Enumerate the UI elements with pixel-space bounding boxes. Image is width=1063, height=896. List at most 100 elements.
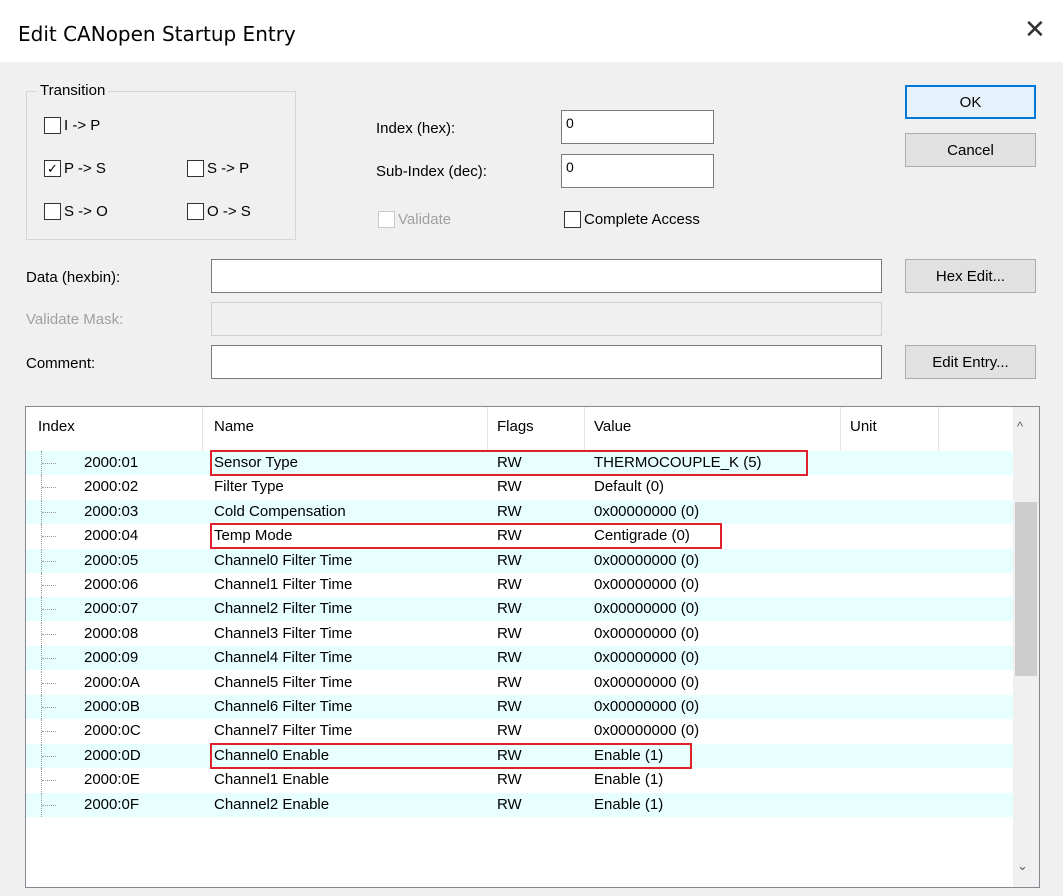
checkbox-box (44, 203, 61, 220)
cell-name: Channel5 Filter Time (214, 674, 353, 691)
tree-connector (42, 707, 56, 708)
cell-index: 2000:0B (84, 698, 140, 715)
cell-index: 2000:0E (84, 771, 140, 788)
table-row[interactable]: 2000:0D Channel0 Enable RW Enable (1) (26, 743, 1014, 769)
cell-name: Channel6 Filter Time (214, 698, 353, 715)
transition-group-label: Transition (37, 82, 109, 99)
cell-name: Channel2 Enable (214, 796, 330, 813)
table-row[interactable]: 2000:06 Channel1 Filter Time RW 0x00000000 … (26, 573, 1014, 597)
table-row[interactable]: 2000:0A Channel5 Filter Time RW 0x00000000 … (26, 671, 1014, 695)
table-row[interactable]: 2000:0F Channel2 Enable RW Enable (1) (26, 793, 1014, 817)
cell-index: 2000:0C (84, 722, 141, 739)
transition-s-p-checkbox[interactable]: S -> P (187, 160, 249, 177)
tree-connector (42, 585, 56, 586)
tree-connector (42, 780, 56, 781)
cell-name: Channel0 Filter Time (214, 552, 353, 569)
cell-value: 0x00000000 (0) (594, 722, 700, 739)
cell-index: 2000:05 (84, 552, 139, 569)
tree-connector (42, 756, 56, 757)
transition-p-s-checkbox[interactable]: ✓ P -> S (44, 160, 106, 177)
table-row[interactable]: 2000:0E Channel1 Enable RW Enable (1) (26, 768, 1014, 792)
cell-flags: RW (497, 478, 522, 495)
transition-o-s-checkbox[interactable]: O -> S (187, 203, 251, 220)
highlight-box (536, 523, 722, 549)
table-row[interactable]: 2000:08 Channel3 Filter Time RW 0x00000000 … (26, 622, 1014, 646)
checkbox-box (378, 211, 395, 228)
cell-value: 0x00000000 (0) (594, 600, 700, 617)
cell-flags: RW (497, 771, 522, 788)
table-row[interactable]: 2000:04 Temp Mode RW Centigrade (0) (26, 523, 1014, 549)
scrollbar-thumb[interactable] (1015, 502, 1037, 676)
table-row[interactable]: 2000:02 Filter Type RW Default (0) (26, 475, 1014, 499)
validate-mask-label: Validate Mask: (26, 311, 124, 328)
cell-index: 2000:0A (84, 674, 140, 691)
checkbox-label: P -> S (64, 160, 106, 177)
data-input[interactable] (211, 259, 882, 293)
cell-value: 0x00000000 (0) (594, 698, 700, 715)
tree-connector (42, 512, 56, 513)
cell-flags: RW (497, 576, 522, 593)
cell-value: 0x00000000 (0) (594, 674, 700, 691)
comment-input[interactable] (211, 345, 882, 379)
tree-connector (42, 487, 56, 488)
hex-edit-button[interactable]: Hex Edit... (905, 259, 1036, 293)
data-label: Data (hexbin): (26, 269, 121, 286)
scroll-down-icon[interactable]: ⌄ (1017, 858, 1028, 874)
cell-flags: RW (497, 674, 522, 691)
checkbox-label: I -> P (64, 117, 101, 134)
cell-value: 0x00000000 (0) (594, 552, 700, 569)
complete-access-checkbox[interactable]: Complete Access (564, 211, 700, 228)
tree-connector (42, 683, 56, 684)
cell-flags: RW (497, 600, 522, 617)
highlight-box (536, 450, 808, 476)
cell-name: Channel4 Filter Time (214, 649, 353, 666)
tree-connector (42, 634, 56, 635)
edit-entry-button[interactable]: Edit Entry... (905, 345, 1036, 379)
window-title: Edit CANopen Startup Entry (18, 22, 296, 46)
cell-flags: RW (497, 552, 522, 569)
column-header-flags[interactable]: Flags (497, 418, 534, 435)
table-row[interactable]: 2000:0B Channel6 Filter Time RW 0x00000000 … (26, 695, 1014, 719)
column-header-unit[interactable]: Unit (850, 418, 877, 435)
checkbox-label: O -> S (207, 203, 251, 220)
highlight-box (210, 743, 550, 769)
highlight-box (210, 450, 550, 476)
checkbox-box (44, 117, 61, 134)
highlight-box (210, 523, 550, 549)
cell-index: 2000:02 (84, 478, 139, 495)
table-row[interactable]: 2000:07 Channel2 Filter Time RW 0x00000000 … (26, 597, 1014, 621)
cell-name: Cold Compensation (214, 503, 346, 520)
table-row[interactable]: 2000:01 Sensor Type RW THERMOCOUPLE_K (5) (26, 450, 1014, 476)
cell-value: 0x00000000 (0) (594, 503, 700, 520)
ok-button[interactable]: OK (905, 85, 1036, 119)
table-row[interactable]: 2000:05 Channel0 Filter Time RW 0x00000000 … (26, 549, 1014, 573)
column-header-name[interactable]: Name (214, 418, 254, 435)
tree-connector (42, 658, 56, 659)
validate-mask-input (211, 302, 882, 336)
subindex-input[interactable]: 0 (561, 154, 714, 188)
column-header-value[interactable]: Value (594, 418, 631, 435)
table-row[interactable]: 2000:0C Channel7 Filter Time RW 0x00000000 … (26, 719, 1014, 743)
cell-flags: RW (497, 698, 522, 715)
cell-index: 2000:09 (84, 649, 139, 666)
cancel-button[interactable]: Cancel (905, 133, 1036, 167)
cell-flags: RW (497, 649, 522, 666)
column-header-index[interactable]: Index (38, 418, 75, 435)
index-input[interactable]: 0 (561, 110, 714, 144)
table-row[interactable]: 2000:09 Channel4 Filter Time RW 0x00000000 … (26, 646, 1014, 670)
transition-i-p-checkbox[interactable]: I -> P (44, 117, 100, 134)
tree-connector (42, 561, 56, 562)
cell-index: 2000:03 (84, 503, 139, 520)
index-label: Index (hex): (376, 120, 456, 137)
table-row[interactable]: 2000:03 Cold Compensation RW 0x00000000 (0) (26, 500, 1014, 524)
transition-s-o-checkbox[interactable]: S -> O (44, 203, 108, 220)
comment-label: Comment: (26, 355, 96, 372)
validate-checkbox[interactable]: Validate (378, 211, 451, 228)
checkbox-box (187, 160, 204, 177)
tree-connector (42, 536, 56, 537)
scroll-up-icon[interactable]: ^ (1017, 419, 1023, 434)
close-icon[interactable]: ✕ (1024, 16, 1046, 42)
cell-flags: RW (497, 503, 522, 520)
checkmark-icon: ✓ (44, 160, 61, 177)
checkbox-label: Complete Access (584, 211, 700, 228)
